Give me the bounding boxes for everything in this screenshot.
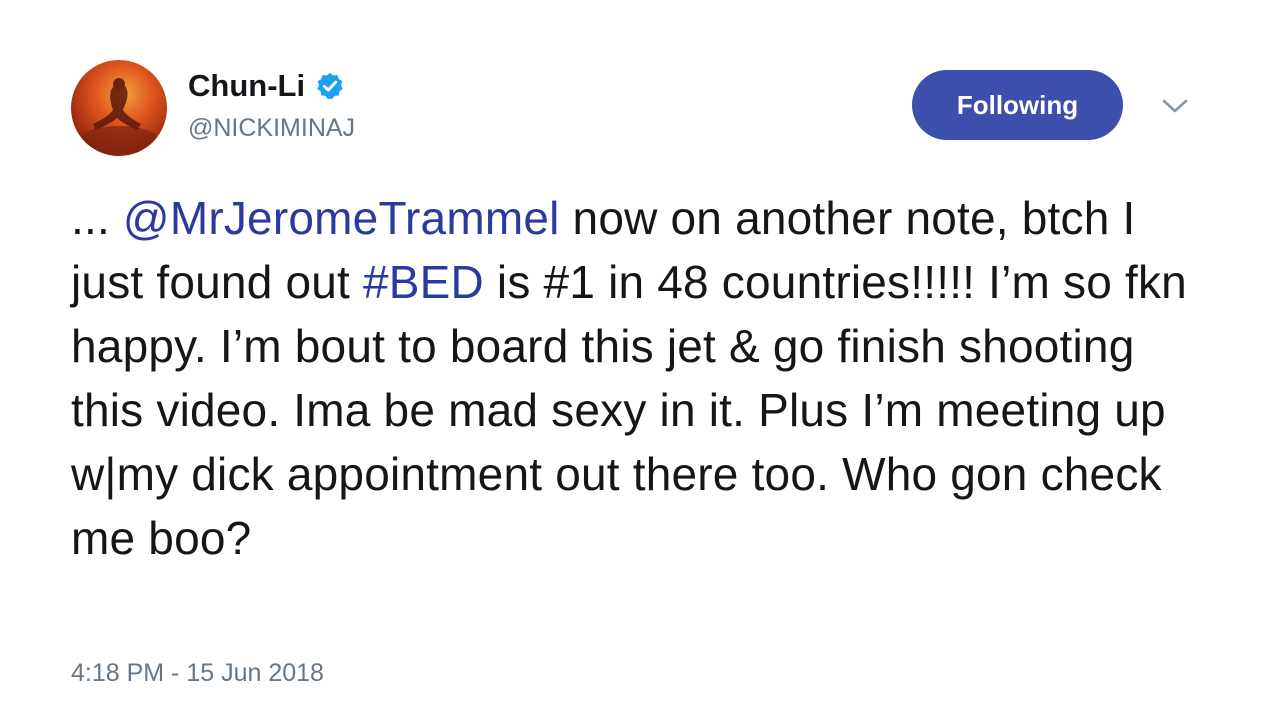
author-handle[interactable]: @NICKIMINAJ [188, 114, 355, 143]
tweet-text: ... @MrJeromeTrammel now on another note… [71, 186, 1201, 570]
hashtag-link[interactable]: #BED [363, 256, 484, 308]
mention-link[interactable]: @MrJeromeTrammel [123, 192, 560, 244]
author-name-row: Chun-Li [188, 66, 345, 106]
chevron-down-icon[interactable] [1160, 94, 1190, 118]
display-name[interactable]: Chun-Li [188, 68, 305, 104]
avatar[interactable] [71, 60, 167, 156]
tweet-text-prefix: ... [71, 192, 123, 244]
tweet-timestamp[interactable]: 4:18 PM - 15 Jun 2018 [71, 659, 324, 688]
verified-badge-icon [315, 71, 345, 101]
following-button[interactable]: Following [912, 70, 1123, 140]
